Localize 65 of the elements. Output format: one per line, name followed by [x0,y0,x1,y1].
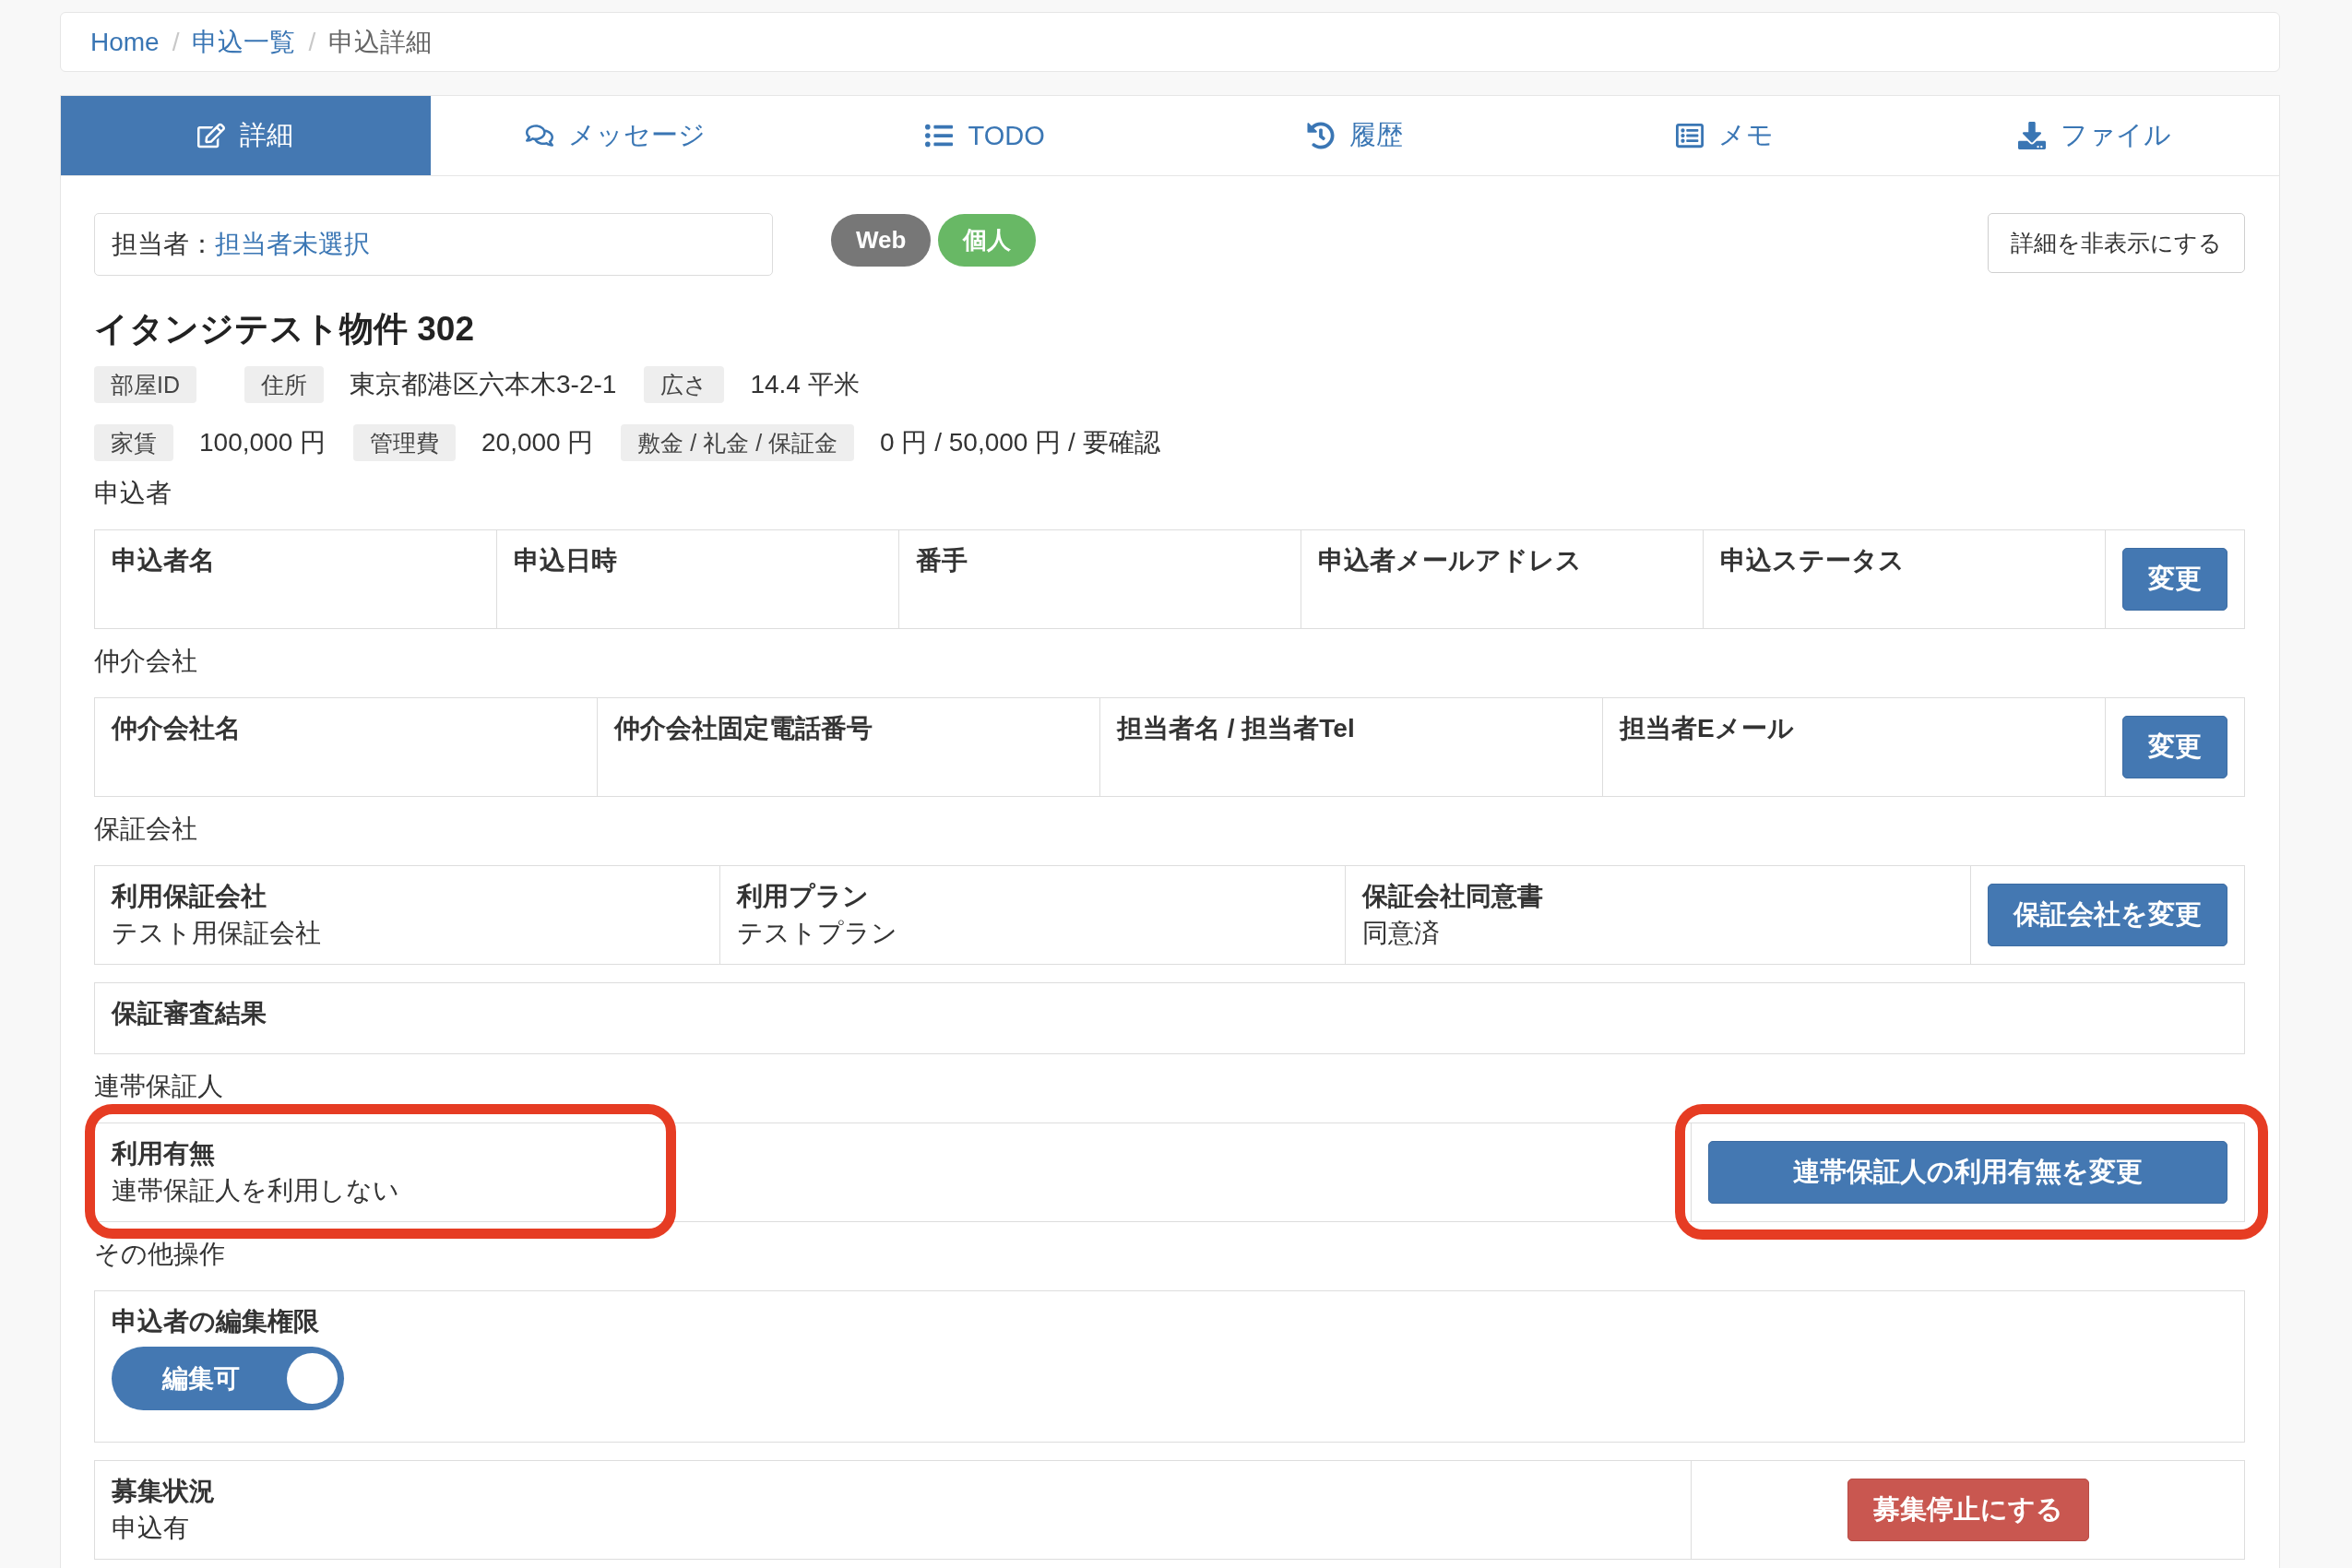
field-label: 申込者名 [112,545,216,576]
field-label: 保証会社同意書 [1362,881,1544,912]
breadcrumb-link[interactable]: Home [90,27,160,57]
breadcrumb-separator: / [308,27,316,57]
field-label: 利用プラン [737,881,870,912]
section-title: 保証会社 [94,814,198,845]
field-label: 番手 [916,545,968,576]
breadcrumb-link[interactable]: 申込一覧 [192,24,296,60]
category-badge: Web [831,214,932,267]
change-button[interactable]: 連帯保証人の利用有無を変更 [1708,1141,2227,1204]
section-title: 申込者 [94,478,172,509]
info-label: 住所 [244,366,324,403]
field-label: 担当者名 / 担当者Tel [1117,713,1356,744]
category-badge: 個人 [938,214,1037,267]
field-label: 利用有無 [112,1138,216,1170]
field-value: 連帯保証人を利用しない [112,1175,400,1206]
breadcrumb-separator: / [172,27,180,57]
change-button[interactable]: 変更 [2122,716,2227,778]
field-value: テストプラン [737,918,898,949]
list-box-icon [1675,122,1704,149]
info-value: 100,000 円 [199,427,326,458]
field-label: 募集状況 [112,1476,216,1507]
speech-bubbles-icon [525,122,553,149]
tab[interactable]: ファイル [1909,96,2279,175]
field-label: 申込者の編集権限 [112,1306,320,1337]
tab[interactable]: TODO [800,96,1170,175]
property-title: イタンジテスト物件 302 [94,309,475,350]
change-button[interactable]: 変更 [2122,548,2227,611]
breadcrumb-current: 申込詳細 [328,26,433,58]
section-title: 連帯保証人 [94,1071,224,1102]
tab[interactable]: メッセージ [430,96,801,175]
section-title: その他操作 [94,1239,226,1270]
info-label: 部屋ID [94,366,196,403]
info-value: 20,000 円 [481,427,594,458]
field-label: 申込ステータス [1720,545,1906,576]
field-label: 仲介会社固定電話番号 [614,713,873,744]
info-label: 管理費 [353,424,456,461]
change-button[interactable]: 保証会社を変更 [1988,884,2227,946]
field-label: 保証審査結果 [112,998,267,1029]
download-icon [2017,122,2046,149]
field-label: 申込日時 [514,545,618,576]
hide-details-button[interactable]: 詳細を非表示にする [1988,213,2245,273]
tab[interactable]: 詳細 [61,96,431,175]
field-value: 同意済 [1362,918,1441,949]
tab[interactable]: メモ [1539,96,1910,175]
info-value: 14.4 平米 [750,369,860,400]
info-label: 家賃 [94,424,173,461]
assignee-link[interactable]: 担当者未選択 [215,227,370,262]
list-icon [925,122,954,149]
history-icon [1306,122,1335,149]
toggle-switch[interactable]: 編集可 [112,1347,344,1410]
field-label: 担当者Eメール [1620,713,1795,744]
field-label: 仲介会社名 [112,713,242,744]
info-value: 0 円 / 50,000 円 / 要確認 [880,427,1160,458]
assignee-label: 担当者： [112,229,215,260]
tab[interactable]: 履歴 [1170,96,1540,175]
field-label: 申込者メールアドレス [1318,545,1583,576]
info-label: 敷金 / 礼金 / 保証金 [621,424,855,461]
stop-button[interactable]: 募集停止にする [1847,1479,2089,1541]
section-title: 仲介会社 [94,646,198,677]
info-value: 東京都港区六本木3-2-1 [350,369,617,400]
info-label: 広さ [644,366,725,403]
field-label: 利用保証会社 [112,881,267,912]
field-value: 申込有 [112,1513,190,1544]
field-value: テスト用保証会社 [112,918,322,949]
